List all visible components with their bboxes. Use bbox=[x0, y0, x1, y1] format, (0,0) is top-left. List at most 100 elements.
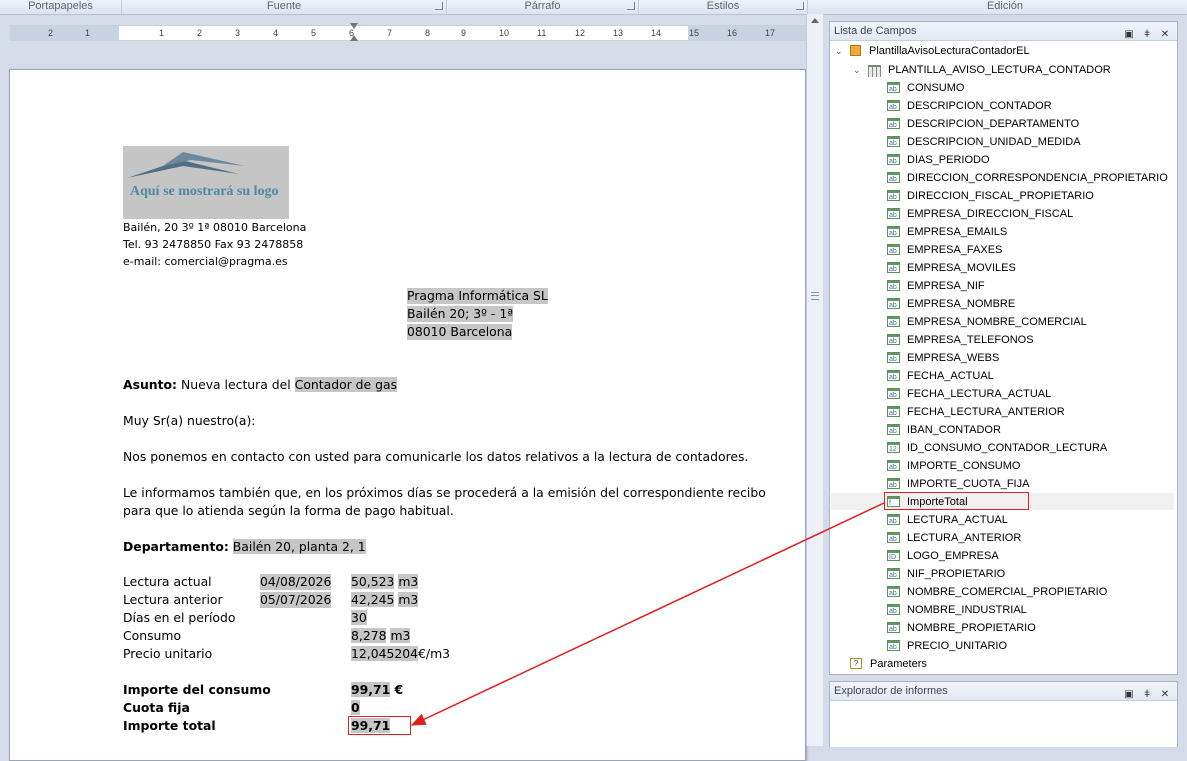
document-area[interactable]: Aquí se mostrará su logo Bailén, 20 3º 1… bbox=[0, 44, 816, 761]
reading-unit-field[interactable]: m3 bbox=[390, 628, 411, 643]
ribbon-group-bar: Portapapeles Fuente Párrafo Estilos bbox=[0, 0, 823, 15]
tree-field-label: NOMBRE_INDUSTRIAL bbox=[907, 604, 1027, 616]
reading-value-field[interactable]: 8,278 bbox=[351, 628, 387, 643]
recipient-city-field[interactable]: 08010 Barcelona bbox=[407, 324, 513, 340]
restore-icon[interactable]: ▣ bbox=[1123, 29, 1135, 41]
recipient-name-field[interactable]: Pragma Informática SL bbox=[407, 288, 548, 304]
tree-field-label: DIAS_PERIODO bbox=[907, 154, 990, 166]
field-icon-glyph: ab bbox=[889, 284, 897, 291]
scroll-up-icon[interactable] bbox=[811, 18, 819, 23]
chevron-down-icon[interactable]: ⌄ bbox=[835, 42, 843, 60]
field-icon-glyph: ab bbox=[889, 644, 897, 651]
text-field-icon: ab bbox=[887, 406, 900, 417]
reading-label: Consumo bbox=[123, 628, 182, 643]
tree-field-label: EMPRESA_MOVILES bbox=[907, 262, 1016, 274]
text-field-icon: ab bbox=[887, 586, 900, 597]
close-icon[interactable]: ✕ bbox=[1159, 689, 1171, 701]
reading-value-field[interactable]: 12,045204 bbox=[351, 646, 419, 661]
pin-icon[interactable]: ǂ bbox=[1141, 29, 1153, 41]
field-icon-glyph: ab bbox=[889, 302, 897, 309]
reading-value: 8,278 m3 bbox=[351, 628, 411, 644]
tree-field-label: DIRECCION_CORRESPONDENCIA_PROPIETARIO bbox=[907, 172, 1168, 184]
logo-text: Aquí se mostrará su logo bbox=[130, 184, 279, 199]
ribbon-group-paragraph: Párrafo bbox=[447, 0, 639, 14]
subject-line: Asunto: Nueva lectura del Contador de ga… bbox=[123, 377, 398, 393]
reading-date-field[interactable]: 04/08/2026 bbox=[260, 574, 332, 590]
dialog-launcher-icon[interactable] bbox=[627, 2, 635, 10]
total-label: Importe total bbox=[123, 718, 216, 733]
tree-root-label: PlantillaAvisoLecturaContadorEL bbox=[869, 45, 1030, 57]
tree-field-label: LECTURA_ACTUAL bbox=[907, 514, 1008, 526]
field-list-title: Lista de Campos bbox=[834, 25, 917, 37]
subject-meter-field[interactable]: Contador de gas bbox=[294, 377, 398, 392]
horizontal-ruler[interactable]: 2 1 1 2 3 4 5 6 7 8 9 10 11 12 13 14 15 … bbox=[10, 23, 808, 41]
tree-field-label: EMPRESA_FAXES bbox=[907, 244, 1003, 256]
field-icon-glyph: ab bbox=[889, 356, 897, 363]
reading-value-field[interactable]: 30 bbox=[351, 610, 367, 625]
close-icon[interactable]: ✕ bbox=[1159, 29, 1171, 41]
tree-field-label: NOMBRE_COMERCIAL_PROPIETARIO bbox=[907, 586, 1108, 598]
tree-field-label: IBAN_CONTADOR bbox=[907, 424, 1001, 436]
text-field-icon: ab bbox=[887, 82, 900, 93]
tree-field-label: EMPRESA_WEBS bbox=[907, 352, 1000, 364]
dialog-launcher-icon[interactable] bbox=[796, 2, 804, 10]
field-icon-glyph: ab bbox=[889, 410, 897, 417]
text-field-icon: ab bbox=[887, 100, 900, 111]
tree-field-label: FECHA_LECTURA_ANTERIOR bbox=[907, 406, 1065, 418]
reading-date-field[interactable]: 05/07/2026 bbox=[260, 592, 332, 608]
ruler-tick: 2 bbox=[48, 28, 54, 38]
department-field[interactable]: Bailén 20, planta 2, 1 bbox=[232, 539, 366, 554]
reading-unit-field[interactable]: m3 bbox=[398, 592, 419, 607]
tree-field-label: EMPRESA_EMAILS bbox=[907, 226, 1008, 238]
ribbon-group-editing-label: Edición bbox=[823, 0, 1187, 15]
ruler-tick: 1 bbox=[85, 28, 91, 38]
field-icon-glyph: ab bbox=[889, 122, 897, 129]
reading-value-field[interactable]: 50,523 bbox=[351, 574, 395, 589]
total-value: 99,71 € bbox=[351, 682, 403, 698]
total-value: 0 bbox=[351, 700, 360, 716]
text-field-icon: ab bbox=[887, 190, 900, 201]
reading-value: 42,245 m3 bbox=[351, 592, 419, 608]
ruler-tick: 12 bbox=[575, 28, 586, 38]
document-page[interactable]: Aquí se mostrará su logo Bailén, 20 3º 1… bbox=[9, 69, 806, 761]
field-icon-glyph: 12 bbox=[889, 446, 897, 453]
total-value-field[interactable]: 0 bbox=[351, 700, 360, 715]
table-icon bbox=[868, 65, 881, 77]
field-icon-glyph: ab bbox=[889, 482, 897, 489]
highlight-box-importetotal-field bbox=[884, 492, 1029, 510]
reading-unit-field[interactable]: m3 bbox=[398, 574, 419, 589]
tree-field-label: EMPRESA_NOMBRE bbox=[907, 298, 1016, 310]
vertical-scrollbar[interactable] bbox=[806, 14, 823, 746]
company-address: Bailén, 20 3º 1ª 08010 Barcelona bbox=[123, 221, 307, 234]
text-field-icon: ab bbox=[887, 388, 900, 399]
ribbon-group-label: Edición bbox=[986, 0, 1024, 12]
pin-icon[interactable]: ǂ bbox=[1141, 689, 1153, 701]
subject-label: Asunto: bbox=[123, 377, 177, 392]
recipient-street-field[interactable]: Bailén 20; 3º - 1ª bbox=[407, 306, 514, 322]
field-icon-glyph: ab bbox=[889, 518, 897, 525]
ruler-tick: 16 bbox=[727, 28, 738, 38]
tree-field-label: ID_CONSUMO_CONTADOR_LECTURA bbox=[907, 442, 1108, 454]
chevron-down-icon[interactable]: ⌄ bbox=[853, 61, 861, 79]
total-value-field[interactable]: 99,71 bbox=[351, 682, 391, 697]
restore-icon[interactable]: ▣ bbox=[1123, 689, 1135, 701]
dialog-launcher-icon[interactable] bbox=[435, 2, 443, 10]
report-explorer-title-bar: Explorador de informes ▣ ǂ ✕ bbox=[830, 682, 1177, 701]
company-email: e-mail: comercial@pragma.es bbox=[123, 255, 288, 268]
field-icon-glyph: ab bbox=[889, 536, 897, 543]
ruler-tick: 11 bbox=[537, 28, 547, 38]
reading-label: Lectura anterior bbox=[123, 592, 223, 607]
reading-value: 50,523 m3 bbox=[351, 574, 419, 590]
field-list-title-bar: Lista de Campos ▣ ǂ ✕ bbox=[830, 22, 1177, 41]
scroll-grip-icon[interactable] bbox=[811, 292, 819, 300]
tree-field-label: CONSUMO bbox=[907, 82, 965, 94]
ruler-tick: 5 bbox=[311, 28, 317, 38]
text-field-icon: ab bbox=[887, 226, 900, 237]
highlight-box-importe-total-value bbox=[348, 716, 411, 735]
tree-field-label: PRECIO_UNITARIO bbox=[907, 640, 1008, 652]
ruler-tick: 3 bbox=[235, 28, 241, 38]
company-logo-placeholder[interactable]: Aquí se mostrará su logo bbox=[123, 146, 289, 219]
field-icon-glyph: ab bbox=[889, 86, 897, 93]
reading-label: Días en el período bbox=[123, 610, 236, 625]
reading-value-field[interactable]: 42,245 bbox=[351, 592, 395, 607]
